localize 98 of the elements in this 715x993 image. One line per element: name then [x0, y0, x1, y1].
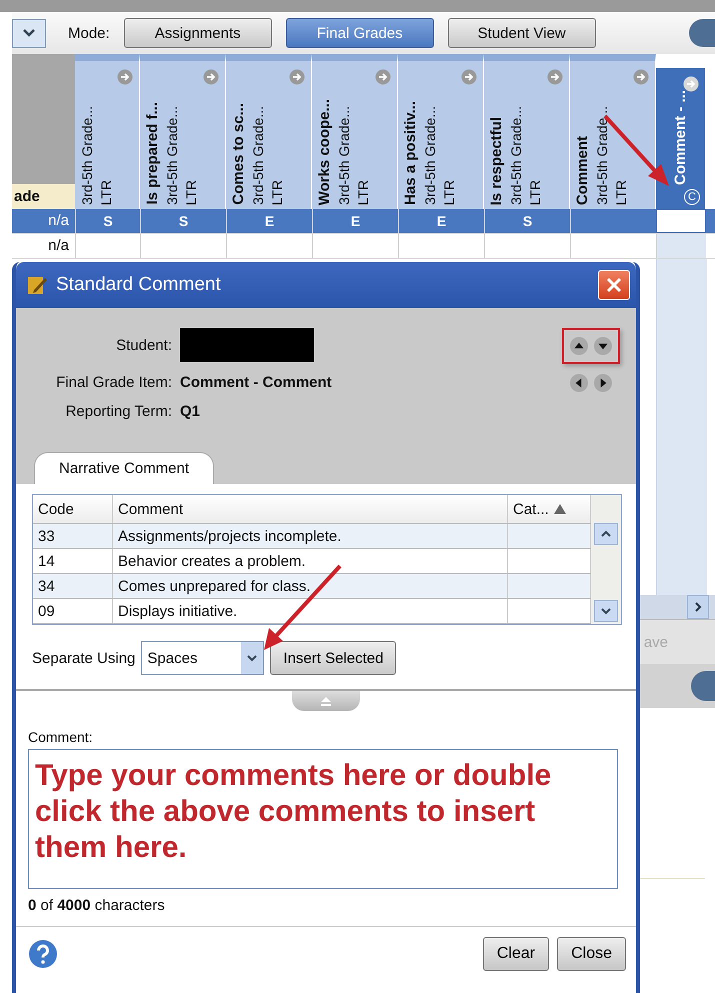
arrow-circle-icon[interactable] [547, 69, 563, 85]
column-title: Comment - ... [672, 90, 689, 185]
course-label: 3rd-5th Grade... [508, 106, 524, 205]
separator-dropdown[interactable]: Spaces [141, 641, 264, 675]
chevron-down-icon [246, 654, 258, 662]
column-header[interactable]: Comment [113, 495, 508, 523]
type-label: LTR [527, 180, 543, 205]
grade-cell[interactable]: E [226, 209, 312, 233]
dropdown-button[interactable] [12, 18, 46, 48]
grid-row[interactable]: n/a S S E E E S [12, 209, 715, 234]
close-button[interactable] [598, 270, 630, 300]
field-value: Q1 [180, 403, 202, 420]
comment-cell: Behavior creates a problem. [113, 549, 508, 573]
course-label: 3rd-5th Grade... [336, 106, 352, 205]
comment-cell: Displays initiative. [113, 599, 508, 623]
dialog-title: Standard Comment [56, 274, 221, 296]
field-value: Comment - Comment [180, 374, 333, 391]
score-cell-text: n/a [47, 236, 70, 256]
sort-ascending-icon [552, 503, 567, 515]
arrow-circle-icon[interactable] [375, 69, 391, 85]
column-header[interactable]: 3rd-5th Grade... LTR [75, 54, 140, 209]
score-cell-text: n/a [47, 211, 70, 231]
chevron-right-icon [694, 601, 702, 613]
column-title: Comes to sc... [230, 103, 247, 205]
type-label: LTR [98, 180, 114, 205]
arrow-circle-icon[interactable] [461, 69, 477, 85]
column-header[interactable]: Has a positiv... 3rd-5th Grade... LTR [398, 54, 484, 209]
next-student-button[interactable] [594, 337, 612, 355]
eject-icon [319, 696, 333, 706]
grade-cell[interactable]: S [484, 209, 570, 233]
comment-cell: Assignments/projects incomplete. [113, 524, 508, 548]
field-label: Student: [115, 336, 172, 354]
grade-cell[interactable] [656, 209, 706, 233]
type-label: LTR [613, 180, 629, 205]
scrollbar[interactable] [591, 495, 621, 624]
save-button-text: ave [644, 634, 668, 650]
character-counter: 0 of 4000 characters [28, 897, 166, 914]
previous-item-button[interactable] [570, 374, 588, 392]
tab[interactable]: Narrative Comment [34, 452, 214, 484]
arrow-circle-icon[interactable] [633, 69, 649, 85]
mode-label: Mode: [68, 24, 110, 42]
dialog-button[interactable]: Clear [482, 937, 550, 971]
column-header[interactable]: Code [33, 495, 113, 523]
grade-cell[interactable]: S [140, 209, 226, 233]
grade-cell[interactable]: S [75, 209, 140, 233]
code-cell: 33 [33, 524, 113, 548]
column-title: Is respectful [488, 116, 505, 205]
next-item-button[interactable] [594, 374, 612, 392]
grade-cell[interactable]: E [398, 209, 484, 233]
code-cell: 14 [33, 549, 113, 573]
arrow-circle-icon[interactable] [203, 69, 219, 85]
column-title: Comment [574, 136, 591, 205]
insert-selected-button[interactable]: Insert Selected [270, 641, 396, 675]
course-label: 3rd-5th Grade... [594, 106, 610, 205]
column-title: Has a positiv... [402, 101, 419, 205]
column-header[interactable]: Comment 3rd-5th Grade... LTR [570, 54, 656, 209]
course-label: 3rd-5th Grade... [250, 106, 266, 205]
separator-label: Separate Using [32, 650, 136, 666]
field-label: Final Grade Item: [55, 374, 172, 391]
mode-button[interactable]: Student View [448, 18, 596, 48]
notepad-pencil-icon [26, 274, 48, 296]
arrow-circle-icon[interactable] [117, 69, 133, 85]
chevron-down-icon [600, 607, 612, 615]
column-header: ade [12, 184, 75, 209]
arrow-circle-icon[interactable] [289, 69, 305, 85]
splitter-handle[interactable] [292, 691, 360, 711]
column-header[interactable]: Works coope... 3rd-5th Grade... LTR [312, 54, 398, 209]
column-title: Is prepared f... [144, 102, 161, 205]
chevron-down-icon [22, 28, 36, 38]
column-badge: C [684, 189, 700, 205]
type-label: LTR [355, 180, 371, 205]
field-label: Reporting Term: [64, 403, 172, 420]
code-cell: 09 [33, 599, 113, 623]
previous-student-button[interactable] [570, 337, 588, 355]
comment-row[interactable]: 34 Comes unprepared for class. [33, 574, 591, 599]
course-label: 3rd-5th Grade... [79, 106, 95, 205]
grade-cell[interactable]: E [312, 209, 398, 233]
dialog-button[interactable]: Close [557, 937, 626, 971]
type-label: LTR [269, 180, 285, 205]
comment-field[interactable]: Type your comments here or double click the above comments to insert them here. [28, 749, 618, 889]
type-label: LTR [183, 180, 199, 205]
comment-row[interactable]: 33 Assignments/projects incomplete. [33, 524, 591, 549]
comment-cell: Comes unprepared for class. [113, 574, 508, 598]
type-label: LTR [441, 180, 457, 205]
chevron-up-icon [600, 530, 612, 538]
close-icon [606, 277, 622, 293]
comment-row[interactable]: 09 Displays initiative. [33, 599, 591, 624]
code-cell: 34 [33, 574, 113, 598]
column-title: Works coope... [316, 98, 333, 205]
scroll-right-button[interactable] [687, 595, 709, 619]
column-header[interactable]: Comes to sc... 3rd-5th Grade... LTR [226, 54, 312, 209]
column-header[interactable]: Is respectful 3rd-5th Grade... LTR [484, 54, 570, 209]
mode-button[interactable]: Assignments [124, 18, 272, 48]
arrow-circle-icon[interactable] [683, 76, 699, 92]
column-header[interactable]: Is prepared f... 3rd-5th Grade... LTR [140, 54, 226, 209]
course-label: 3rd-5th Grade... [422, 106, 438, 205]
course-label: 3rd-5th Grade... [164, 106, 180, 205]
comment-label: Comment: [28, 729, 94, 745]
